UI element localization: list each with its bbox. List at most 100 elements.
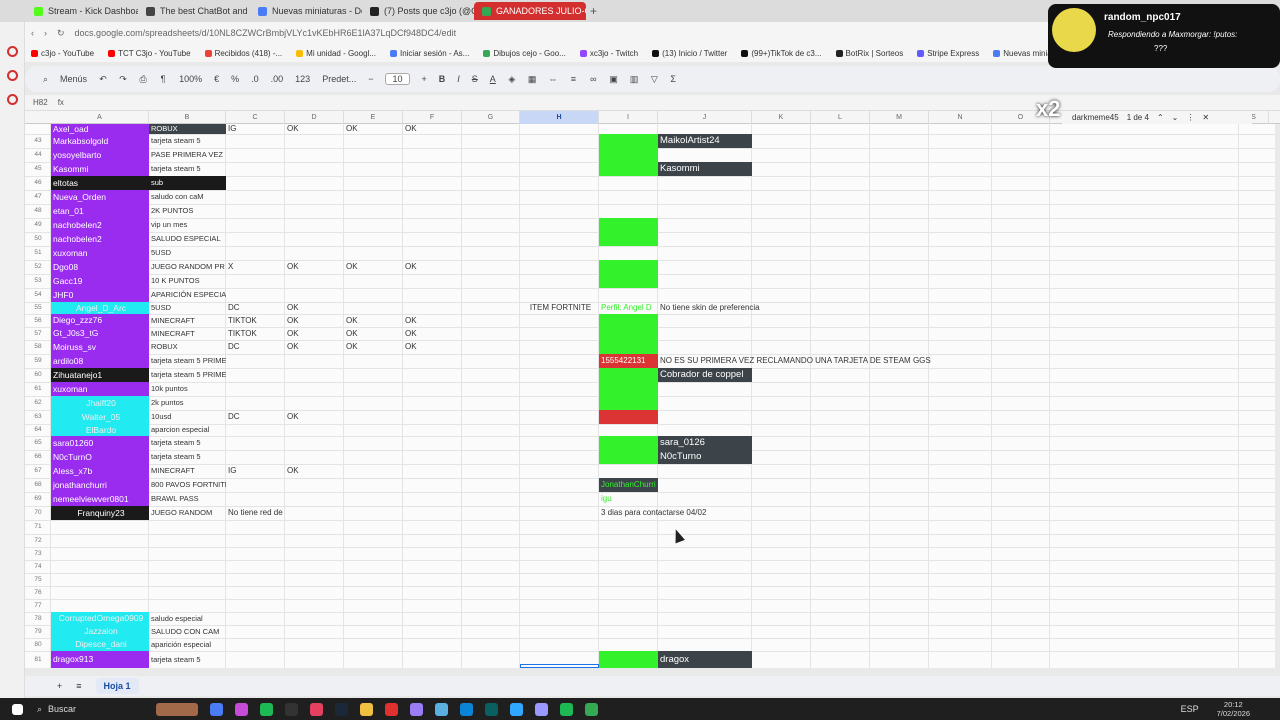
cell-b[interactable]: 10 K PUNTOS (149, 274, 226, 288)
bookmark[interactable]: Iniciar sesión - As... (389, 49, 469, 58)
add-sheet-button[interactable]: + (57, 681, 62, 691)
row-number[interactable]: 78 (25, 612, 51, 625)
row-number[interactable]: 70 (25, 506, 51, 520)
cell-a[interactable]: Moiruss_sv (51, 340, 149, 354)
back-icon[interactable]: ‹ (31, 28, 34, 38)
row-number[interactable]: 76 (25, 586, 51, 599)
cell-b[interactable]: SALUDO ESPECIAL (149, 232, 226, 246)
row-number[interactable]: 59 (25, 354, 51, 368)
cell-a[interactable]: Gt_J0s3_tG (51, 327, 149, 340)
epic-games-icon[interactable] (285, 702, 299, 716)
browser-tab[interactable]: The best ChatBot and Wi (138, 2, 250, 20)
find-next-icon[interactable]: ⌄ (1172, 113, 1179, 122)
cell-e[interactable]: OK (344, 260, 403, 274)
cell-i[interactable] (599, 274, 658, 288)
cell-b[interactable]: sub (149, 176, 226, 190)
cell-i[interactable] (599, 382, 658, 396)
cell-b[interactable]: tarjeta steam 5 PRIMERA VEZ (149, 354, 226, 368)
cell-b[interactable]: tarjeta steam 5 (149, 436, 226, 450)
url-text[interactable]: docs.google.com/spreadsheets/d/10NL8CZWC… (75, 28, 457, 38)
row-number[interactable]: 79 (25, 625, 51, 638)
text-color-button[interactable]: A (490, 74, 496, 84)
align-icon[interactable]: ≡ (569, 74, 577, 84)
bookmark[interactable]: TCT C3jo - YouTube (108, 49, 191, 58)
bookmark[interactable]: c3jo - YouTube (31, 49, 94, 58)
row-number[interactable] (25, 124, 51, 134)
cell-b[interactable]: 800 PAVOS FORTNITE (149, 478, 226, 492)
cell-i[interactable] (599, 260, 658, 274)
cell-i[interactable] (599, 436, 658, 450)
cell-j[interactable]: NO ES SU PRIMERA VEZ RECLAMANDO UNA TARJ… (658, 354, 1058, 368)
row-number[interactable]: 67 (25, 464, 51, 478)
all-sheets-button[interactable]: ≡ (76, 681, 81, 691)
cell-f[interactable]: OK (403, 124, 462, 134)
cell-b[interactable]: 5USD (149, 246, 226, 260)
clock[interactable]: 20:12 7/02/2026 (1217, 700, 1250, 718)
browser-tab[interactable]: (7) Posts que c3jo (@C3jo (362, 2, 474, 20)
font-size-increase[interactable]: + (422, 74, 427, 84)
cell-d[interactable]: OK (285, 124, 344, 134)
print-icon[interactable]: ⎙ (139, 74, 147, 85)
cell-i[interactable] (599, 134, 658, 148)
row-number[interactable]: 80 (25, 638, 51, 651)
functions-button[interactable]: Σ (670, 74, 676, 84)
cell-c[interactable]: IG (226, 124, 285, 134)
weather-widget-icon[interactable] (156, 702, 199, 716)
cell-a[interactable]: jonathanchurri (51, 478, 149, 492)
column-header[interactable]: B (149, 111, 226, 124)
column-header[interactable]: H (520, 111, 599, 124)
row-number[interactable]: 48 (25, 204, 51, 218)
row-number[interactable]: 60 (25, 368, 51, 382)
cell-i[interactable] (599, 368, 658, 382)
cell-b[interactable]: ROBUX (149, 124, 226, 134)
column-header[interactable]: I (599, 111, 658, 124)
cell-a[interactable]: nachobelen2 (51, 218, 149, 232)
cell-c[interactable]: TIKTOK (226, 327, 285, 340)
row-number[interactable]: 74 (25, 560, 51, 573)
search-menus-icon[interactable]: ⌕ (43, 74, 48, 85)
instagram-icon[interactable] (310, 702, 324, 716)
row-number[interactable]: 58 (25, 340, 51, 354)
row-number[interactable]: 81 (25, 651, 51, 668)
bookmark[interactable]: (99+)TikTok de c3... (741, 49, 822, 58)
premiere-icon[interactable] (535, 702, 549, 716)
row-number[interactable]: 46 (25, 176, 51, 190)
cell-d[interactable]: OK (285, 340, 344, 354)
link-icon[interactable]: ∞ (589, 74, 597, 84)
cell-j[interactable]: dragox (658, 651, 752, 668)
taskbar-app-icon[interactable] (435, 702, 449, 716)
currency-button[interactable]: € (214, 74, 219, 84)
bookmark[interactable]: xc3jo - Twitch (579, 49, 638, 58)
cell-e[interactable]: OK (344, 124, 403, 134)
cell-b[interactable]: PASE PRIMERA VEZ (149, 148, 226, 162)
taskbar-app-icon[interactable] (410, 702, 424, 716)
cell-i[interactable]: 3 dias para contactarse 04/02 (599, 506, 799, 520)
cell-b[interactable]: aparcion especial (149, 424, 226, 436)
cell-b[interactable]: saludo con caM (149, 190, 226, 204)
bookmark[interactable]: Recibidos (418) -... (204, 49, 282, 58)
cell-i[interactable] (599, 450, 658, 464)
cell-a[interactable]: Walter_05 (51, 410, 149, 424)
row-number[interactable]: 61 (25, 382, 51, 396)
cell-b[interactable]: APARICIÓN ESPECIAL (149, 288, 226, 302)
row-number[interactable]: 72 (25, 534, 51, 547)
cell-d[interactable]: OK (285, 302, 344, 314)
font-size-input[interactable]: 10 (385, 73, 410, 85)
cell-h[interactable]: ITEM FORTNITE (520, 302, 599, 314)
cell-f[interactable]: OK (403, 327, 462, 340)
cell-d[interactable]: OK (285, 410, 344, 424)
cell-a[interactable]: xuxoman (51, 382, 149, 396)
bookmark[interactable]: Mi unidad - Googl... (296, 49, 376, 58)
windows-start-icon[interactable] (12, 703, 23, 715)
cell-b[interactable]: MINECRAFT (149, 327, 226, 340)
borders-icon[interactable]: ▦ (528, 74, 537, 85)
bold-button[interactable]: B (439, 74, 446, 84)
row-number[interactable]: 49 (25, 218, 51, 232)
cell-b[interactable]: saludo especial (149, 612, 226, 625)
column-header[interactable]: F (403, 111, 462, 124)
taskbar-app-icon[interactable] (235, 702, 249, 716)
row-number[interactable]: 53 (25, 274, 51, 288)
cell-f[interactable]: OK (403, 260, 462, 274)
cell-b[interactable]: 5USD (149, 302, 226, 314)
column-header[interactable]: J (658, 111, 752, 124)
